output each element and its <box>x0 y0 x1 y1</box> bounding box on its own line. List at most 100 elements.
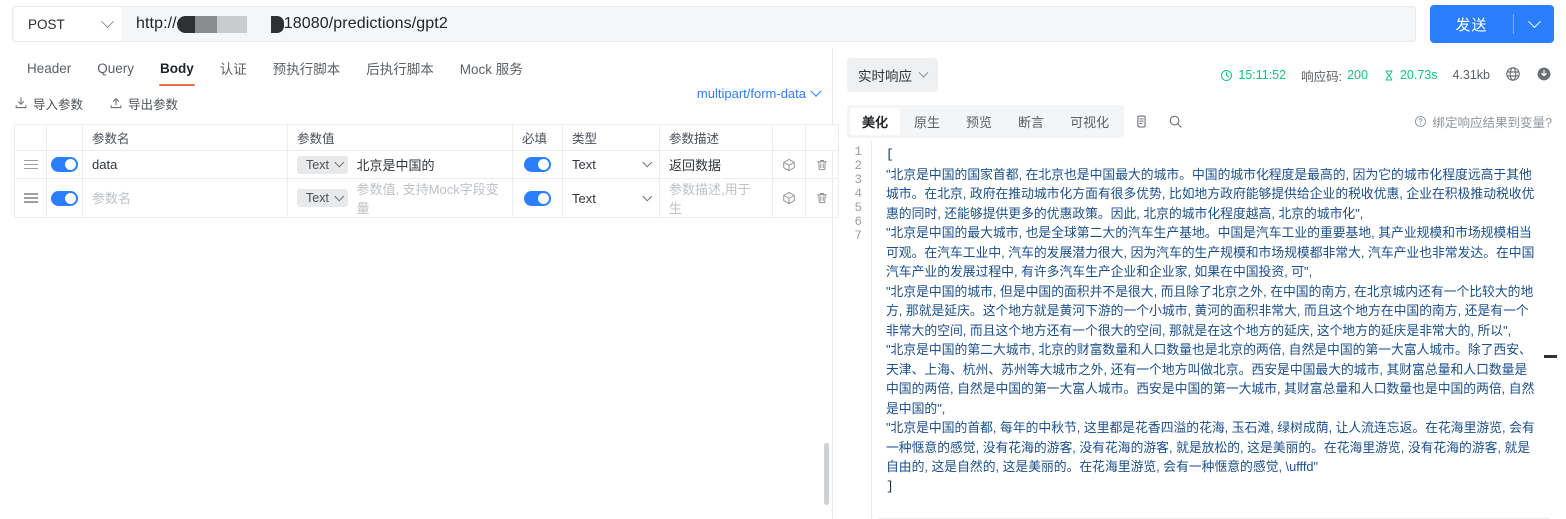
code-line: "北京是中国的首都, 每年的中秋节, 这里都是花香四溢的花海, 玉石滩, 绿树成… <box>886 420 1535 474</box>
response-time: 15:11:52 <box>1220 68 1286 82</box>
url-prefix: http:// <box>136 15 177 32</box>
tab-raw[interactable]: 原生 <box>902 108 952 135</box>
tab-label: Mock 服务 <box>459 62 523 77</box>
tab-beautify[interactable]: 美化 <box>850 107 901 135</box>
bind-response-variable-link[interactable]: 绑定响应结果到变量? <box>1414 112 1552 131</box>
th-param-name: 参数名 <box>82 124 288 151</box>
th-type: 类型 <box>562 124 660 151</box>
chevron-down-icon <box>642 191 652 201</box>
param-name-input[interactable] <box>92 157 278 172</box>
export-params-label: 导出参数 <box>128 97 179 112</box>
trash-icon[interactable] <box>815 158 829 172</box>
send-dropdown-button[interactable] <box>1514 14 1554 29</box>
enable-toggle[interactable] <box>51 190 78 206</box>
search-button[interactable] <box>1158 114 1192 129</box>
required-toggle[interactable] <box>524 190 551 206</box>
response-code-viewer[interactable]: 1 2 3 4 5 6 7 [ "北京是中国的国家首都, 在北京也是中国最大的城… <box>833 140 1566 519</box>
export-params-button[interactable]: 导出参数 <box>109 94 178 113</box>
param-desc-input[interactable]: 返回数据 <box>669 155 721 174</box>
tab-auth[interactable]: 认证 <box>207 50 260 86</box>
response-size-value: 4.31kb <box>1452 68 1490 82</box>
th-enable <box>46 124 83 151</box>
hourglass-icon <box>1385 70 1393 80</box>
line-number: 4 <box>854 187 862 201</box>
content-type-select[interactable]: multipart/form-data <box>697 85 822 101</box>
response-duration-value: 20.73s <box>1399 68 1438 82</box>
url-input[interactable]: http:// 18080/predictions/gpt2 <box>122 7 1415 41</box>
http-method-label: POST <box>28 16 65 32</box>
param-name-input[interactable] <box>92 190 278 206</box>
chevron-down-icon <box>1527 14 1541 28</box>
code-line: "北京是中国的第二大城市, 北京的财富数量和人口数量也是北京的两倍, 自然是中国… <box>886 342 1535 416</box>
row-desc-cell: 返回数据 <box>659 150 773 179</box>
http-method-select[interactable]: POST <box>14 7 122 41</box>
import-params-button[interactable]: 导入参数 <box>14 94 83 113</box>
status-code-group: 响应码: 200 <box>1301 66 1368 85</box>
package-icon[interactable] <box>782 191 796 205</box>
tab-post-script[interactable]: 后执行脚本 <box>353 50 447 86</box>
row-name-cell <box>82 150 288 179</box>
tab-label: 预执行脚本 <box>272 62 341 77</box>
package-icon[interactable] <box>782 158 796 172</box>
tab-visualize[interactable]: 可视化 <box>1058 108 1121 135</box>
tab-label: 断言 <box>1018 114 1045 130</box>
tab-label: 美化 <box>862 114 889 130</box>
code-content[interactable]: [ "北京是中国的国家首都, 在北京也是中国最大的城市。中国的城市化程度是最高的… <box>871 141 1566 519</box>
bind-response-variable-label: 绑定响应结果到变量? <box>1432 115 1552 130</box>
row-required-cell <box>512 150 563 179</box>
row-name-cell <box>82 178 288 218</box>
required-toggle[interactable] <box>524 157 551 172</box>
param-value-input[interactable]: 北京是中国的 <box>348 155 512 174</box>
tab-label: Query <box>97 60 135 76</box>
th-drag <box>14 124 47 151</box>
response-duration: 20.73s <box>1383 68 1438 82</box>
request-panel-scrollbar[interactable] <box>824 443 829 505</box>
chevron-down-icon <box>101 14 114 28</box>
value-type-label: Text <box>306 157 329 172</box>
code-line-numbers: 1 2 3 4 5 6 7 <box>833 141 871 519</box>
tab-pre-script[interactable]: 预执行脚本 <box>260 50 354 86</box>
response-scroll-indicator[interactable] <box>1544 355 1557 358</box>
value-type-chip[interactable]: Text <box>297 189 349 207</box>
params-table: 参数名 参数值 必填 类型 参数描述 data Text 北京是中国的 Text… <box>14 124 839 218</box>
tab-header[interactable]: Header <box>14 50 84 86</box>
status-code-label: 响应码: <box>1301 69 1343 84</box>
drag-handle-icon[interactable] <box>23 193 38 203</box>
chevron-down-icon <box>334 157 344 167</box>
send-button[interactable]: 发送 <box>1430 5 1554 43</box>
drag-handle-icon[interactable] <box>23 159 38 170</box>
tab-assertion[interactable]: 断言 <box>1006 108 1056 135</box>
copy-button[interactable] <box>1124 114 1158 129</box>
row-desc-cell: 参数描述,用于生 <box>659 178 773 218</box>
response-time-value: 15:11:52 <box>1238 68 1287 82</box>
params-table-head: 参数名 参数值 必填 类型 参数描述 <box>14 124 839 151</box>
tab-body[interactable]: Body <box>147 50 207 86</box>
tab-preview[interactable]: 预览 <box>954 108 1004 135</box>
response-mode-select[interactable]: 实时响应 <box>847 58 938 92</box>
th-extra <box>772 124 806 151</box>
line-number: 1 <box>854 145 862 159</box>
api-client-window: POST http:// 18080/predictions/gpt2 发送 He… <box>0 0 1566 519</box>
trash-icon[interactable] <box>815 191 829 205</box>
line-number: 2 <box>854 159 862 173</box>
globe-icon[interactable] <box>1505 66 1521 85</box>
download-icon[interactable] <box>1536 66 1552 85</box>
enable-toggle[interactable] <box>51 157 78 172</box>
tab-query[interactable]: Query <box>84 50 147 86</box>
row-drag-cell <box>14 150 47 179</box>
tab-label: 原生 <box>914 114 941 130</box>
code-line: "北京是中国的城市, 但是中国的面积并不是很大, 而且除了北京之外, 在中国的南… <box>886 283 1534 338</box>
param-type-select[interactable]: Text <box>563 151 659 178</box>
tab-label: Header <box>27 60 72 76</box>
main-split: Header Query Body 认证 预执行脚本 后执行脚本 Mock 服务… <box>0 48 1566 519</box>
tab-label: Body <box>160 60 194 76</box>
param-value-input[interactable]: 参数值, 支持Mock字段变量 <box>348 179 512 217</box>
value-type-label: Text <box>306 191 329 205</box>
value-type-chip[interactable]: Text <box>297 155 349 174</box>
param-desc-input[interactable]: 参数描述,用于生 <box>669 179 763 217</box>
param-type-select[interactable]: Text <box>563 179 659 217</box>
code-line: [ <box>886 147 894 162</box>
table-row: Text 参数值, 支持Mock字段变量 Text 参数描述,用于生 <box>14 178 839 218</box>
param-type-label: Text <box>572 190 596 206</box>
tab-mock-service[interactable]: Mock 服务 <box>447 50 536 86</box>
